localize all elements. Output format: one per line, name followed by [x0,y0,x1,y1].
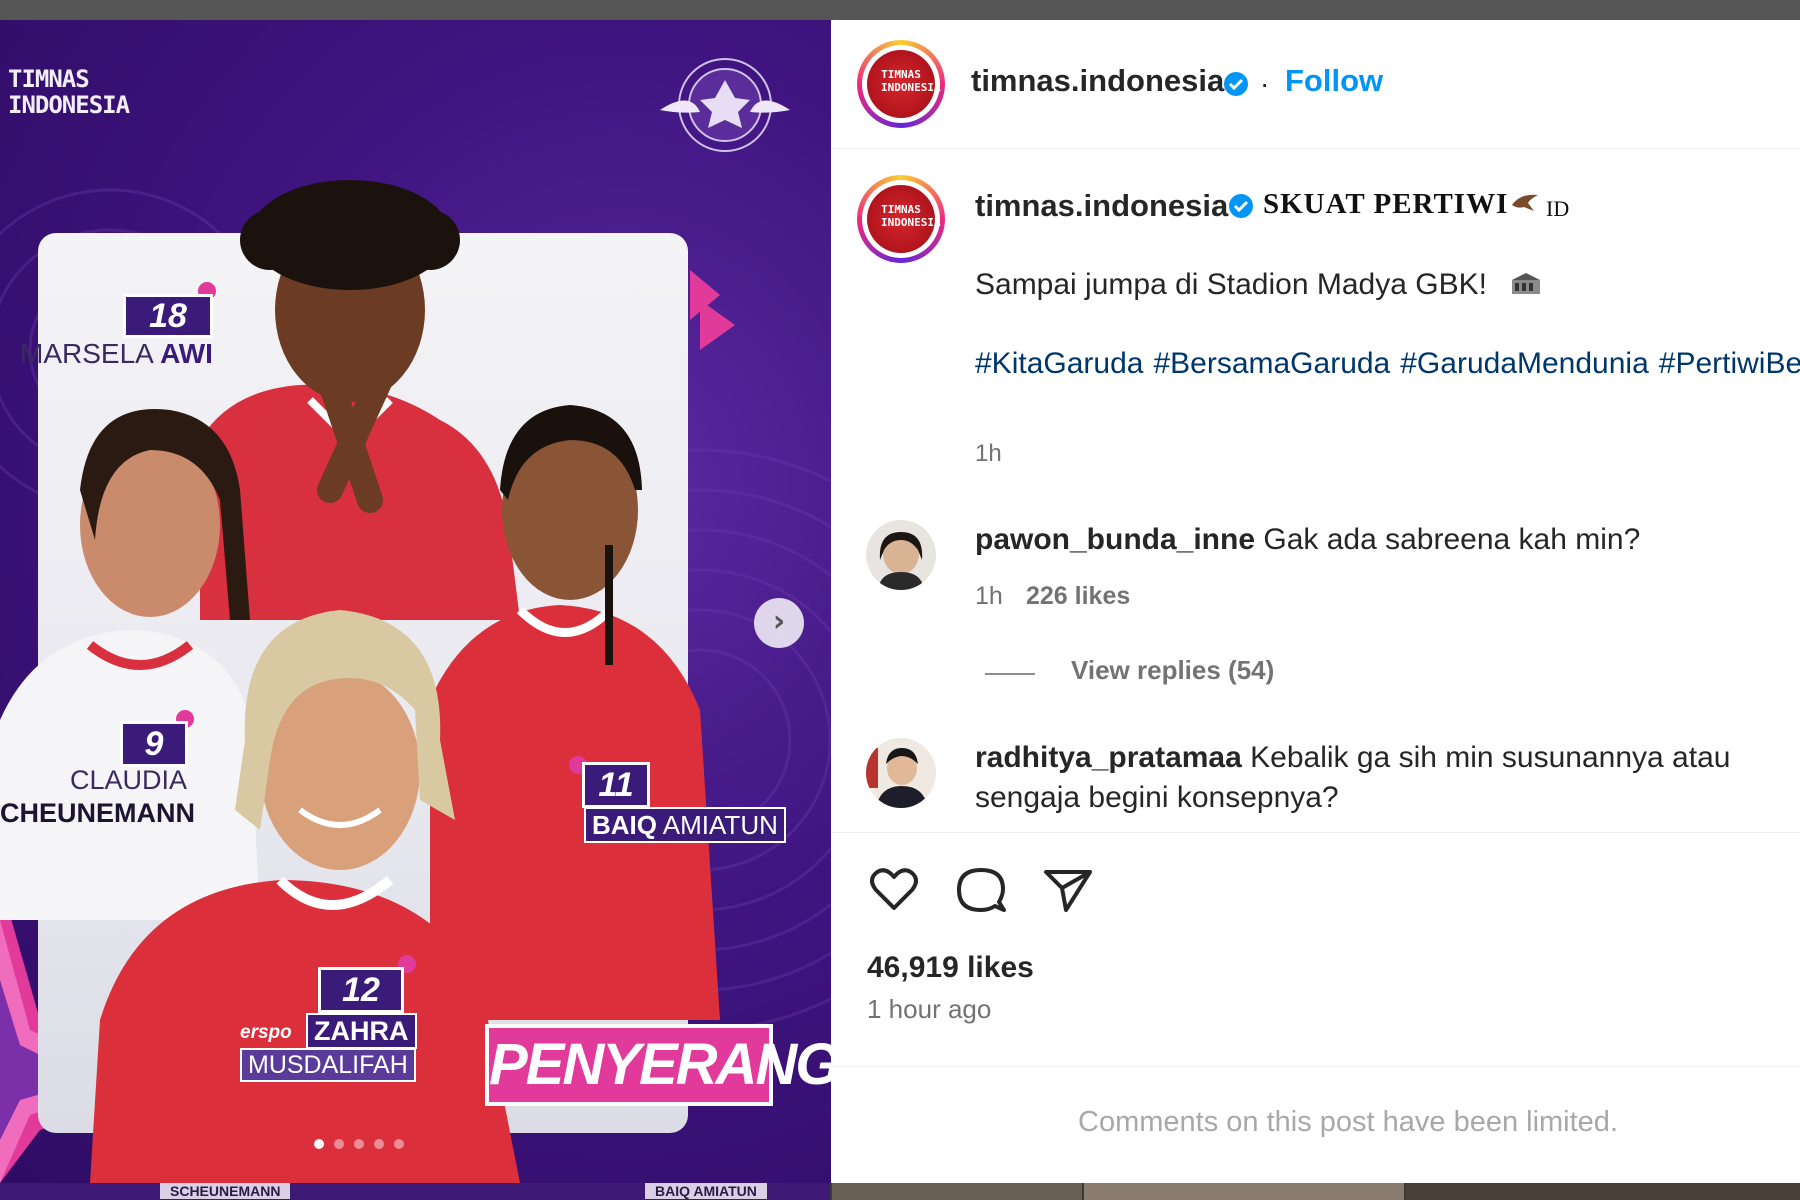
carousel-indicator [314,1136,414,1149]
player-11-last-name: AMIATUN [662,810,778,840]
header-separator: · [1260,68,1270,99]
player-18-name: MARSELA AWI [20,338,213,370]
feed-thumb-label: BAIQ AMIATUN [645,1183,767,1199]
player-18-last-name: AWI [160,338,213,369]
carousel-dot[interactable] [334,1139,344,1149]
caption-hashtags: #KitaGaruda #BersamaGaruda #GarudaMendunia… [975,344,1800,384]
flag-id-label: ID [1546,196,1570,221]
header-divider [831,148,1800,149]
comment-1: pawon_bunda_inne Gak ada sabreena kah mi… [975,520,1640,560]
follow-button[interactable]: Follow [1285,63,1383,99]
comments-limited-notice: Comments on this post have been limited. [1078,1106,1618,1138]
carousel-next-button[interactable]: › [754,598,804,648]
player-18-first-name: MARSELA [20,338,153,369]
caption-time[interactable]: 1h [975,440,1002,468]
comment-username[interactable]: radhitya_pratamaa [975,741,1242,774]
player-9-first-name: CLAUDIA [70,765,188,795]
carousel-dot[interactable] [354,1139,364,1149]
comment-text-continued: sengaja begini konsepnya? [975,781,1339,814]
player-11-first-name: BAIQ [592,810,657,840]
hashtag-link[interactable]: #PertiwiBerani [1659,347,1800,380]
comments-divider [831,832,1800,833]
player-9-last-name: CHEUNEMANN [0,798,195,828]
player-18-figure [200,180,520,620]
players-photo [0,180,720,1183]
verified-badge-icon [1224,72,1248,96]
browser-top-bar [0,0,1800,20]
player-11-name: BAIQ AMIATUN [584,807,786,843]
comment-text: Gak ada sabreena kah min? [1263,523,1641,556]
share-icon[interactable] [1040,862,1096,918]
sponsor-logo: erspo [240,1022,292,1043]
hashtag-link[interactable]: #KitaGaruda [975,347,1143,380]
carousel-dot[interactable] [374,1139,384,1149]
position-label: PENYERANG [485,1024,831,1106]
comment-time[interactable]: 1h [975,582,1003,611]
verified-badge-icon [1229,194,1253,218]
caption-text: Sampai jumpa di Stadion Madya GBK! [975,268,1487,301]
caption-title: SKUAT PERTIWI [1263,188,1509,220]
stadium-icon [1512,273,1540,294]
hashtag-link[interactable]: #GarudaMendunia [1400,347,1649,380]
hashtag-link[interactable]: #BersamaGaruda [1153,347,1390,380]
caption-username[interactable]: timnas.indonesia [975,188,1228,224]
post-timestamp[interactable]: 1 hour ago [867,994,991,1025]
player-12-last-name: MUSDALIFAH [240,1048,416,1082]
player-12-first-name: ZAHRA [306,1013,417,1049]
profile-avatar[interactable]: TIMNAS INDONESIA [857,40,945,128]
comment-avatar[interactable] [866,738,936,808]
player-9-figure [0,409,260,920]
header-username[interactable]: timnas.indonesia [971,63,1224,99]
comment-avatar[interactable] [866,520,936,590]
post-media-carousel[interactable]: TIMNAS INDONESIA 18 MARSELA AWI 9 CLAUDI… [0,20,831,1183]
player-12-number: 12 [318,967,404,1013]
comment-username[interactable]: pawon_bunda_inne [975,523,1255,556]
feed-thumb-label: SCHEUNEMANN [160,1183,291,1199]
comment-icon[interactable] [953,862,1009,918]
heart-icon[interactable] [866,862,922,918]
player-18-number: 18 [123,294,213,338]
comment-likes[interactable]: 226 likes [1026,582,1130,611]
player-11-number: 11 [582,762,650,808]
carousel-dot[interactable] [394,1139,404,1149]
caption-avatar[interactable]: TIMNAS INDONESIA [857,175,945,263]
replies-line [985,673,1035,675]
likes-count[interactable]: 46,919 likes [867,951,1034,985]
footer-divider [831,1066,1800,1067]
comment-2: radhitya_pratamaa Kebalik ga sih min sus… [975,738,1730,778]
garuda-bird-icon [1512,194,1538,211]
chevron-right-icon: › [772,604,786,639]
carousel-dot[interactable] [314,1139,324,1149]
view-replies-button[interactable]: View replies (54) [1071,655,1274,686]
player-9-number: 9 [120,721,188,767]
comment-text: Kebalik ga sih min susunannya atau [1250,741,1731,774]
feed-next-row: SCHEUNEMANN BAIQ AMIATUN [0,1183,1800,1200]
